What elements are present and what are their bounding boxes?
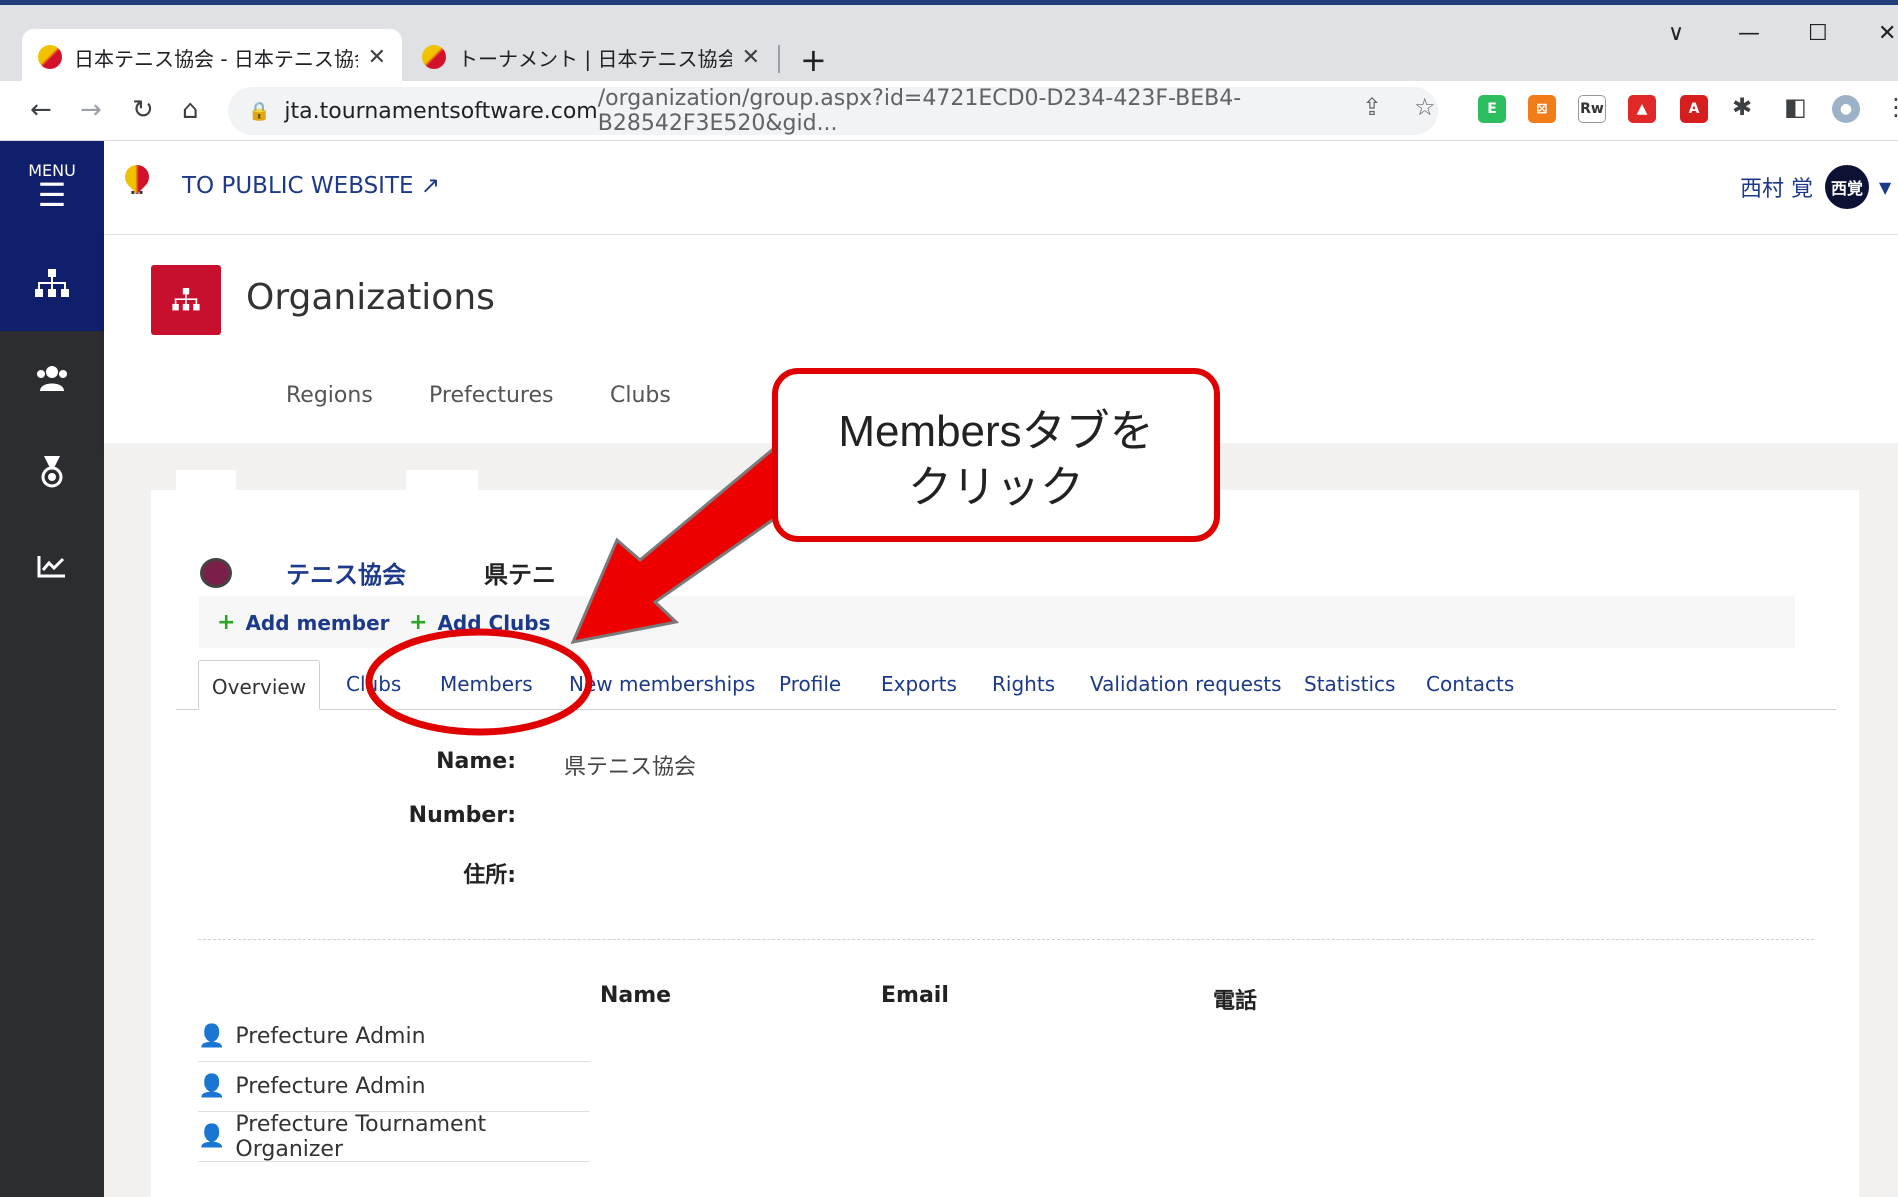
annotation-overlay <box>365 447 799 736</box>
arrow-icon <box>570 447 799 645</box>
callout-line-2: クリック <box>908 463 1084 512</box>
annotation-callout: Membersタブを クリック <box>772 368 1220 542</box>
highlight-ellipse <box>365 628 593 736</box>
screenshot: 日本テニス協会 - 日本テニス協会 ✕ トーナメント | 日本テニス協会公式サ … <box>0 0 1898 1197</box>
callout-line-1: Membersタブを <box>838 407 1154 456</box>
